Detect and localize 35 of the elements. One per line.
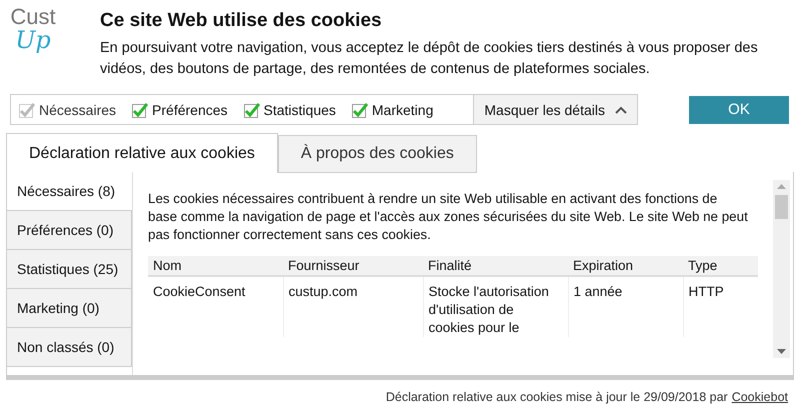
category-item[interactable]: Marketing (0) — [7, 289, 132, 328]
check-icon — [352, 102, 368, 118]
chevron-icon — [615, 106, 627, 114]
column-header: Nom — [148, 256, 283, 276]
tab[interactable]: À propos des cookies — [278, 135, 477, 173]
column-header: Type — [683, 256, 758, 276]
table-cell: custup.com — [283, 276, 423, 337]
table-cell: CookieConsent — [148, 276, 283, 337]
details-toggle[interactable]: Masquer les détails — [473, 95, 637, 124]
category-item[interactable]: Non classés (0) — [7, 328, 132, 367]
check-icon — [132, 102, 148, 118]
category-item[interactable]: Statistiques (25) — [7, 250, 132, 289]
table-cell: Stocke l'autorisation d'utilisation de cookies pour le — [423, 276, 568, 337]
scrollbar[interactable] — [773, 180, 790, 358]
column-header: Expiration — [568, 256, 683, 276]
down-arrow-icon — [777, 349, 786, 354]
check-icon — [244, 102, 260, 118]
footer-text: Déclaration relative aux cookies mise à jour le 29/09/2018 par — [386, 390, 728, 404]
consent-checkbox[interactable]: Statistiques — [236, 95, 344, 124]
tab[interactable]: Déclaration relative aux cookies — [6, 133, 278, 173]
cookie-message: En poursuivant votre navigation, vous acceptez le dépôt de cookies tiers destinés à vous proposer des vidéos, des boutons de partage, des remontées de contenus de plateformes sociales. — [100, 39, 759, 79]
dialog-title: Ce site Web utilise des cookies — [100, 10, 383, 32]
table-cell: HTTP — [683, 276, 758, 337]
up-arrow-icon — [777, 184, 786, 189]
column-header: Fournisseur — [283, 256, 423, 276]
category-item[interactable]: Préférences (0) — [7, 211, 132, 250]
column-header: Finalité — [423, 256, 568, 276]
category-description: Les cookies nécessaires contribuent à rendre un site Web utilisable en activant des fonctions de base comme la navigation de page et l'accès aux zones sécurisées du site Web. Le site Web ne peut pas fonctionner correctement sans ces cookies. — [148, 190, 748, 244]
scroll-thumb[interactable] — [775, 195, 788, 219]
table-cell: 1 année — [568, 276, 683, 337]
consent-checkbox[interactable]: Préférences — [124, 95, 236, 124]
cookiebot-link[interactable]: Cookiebot — [732, 390, 788, 404]
check-icon — [19, 102, 35, 118]
ok-button[interactable]: OK — [689, 96, 789, 124]
consent-checkbox[interactable]: Marketing — [344, 95, 442, 124]
